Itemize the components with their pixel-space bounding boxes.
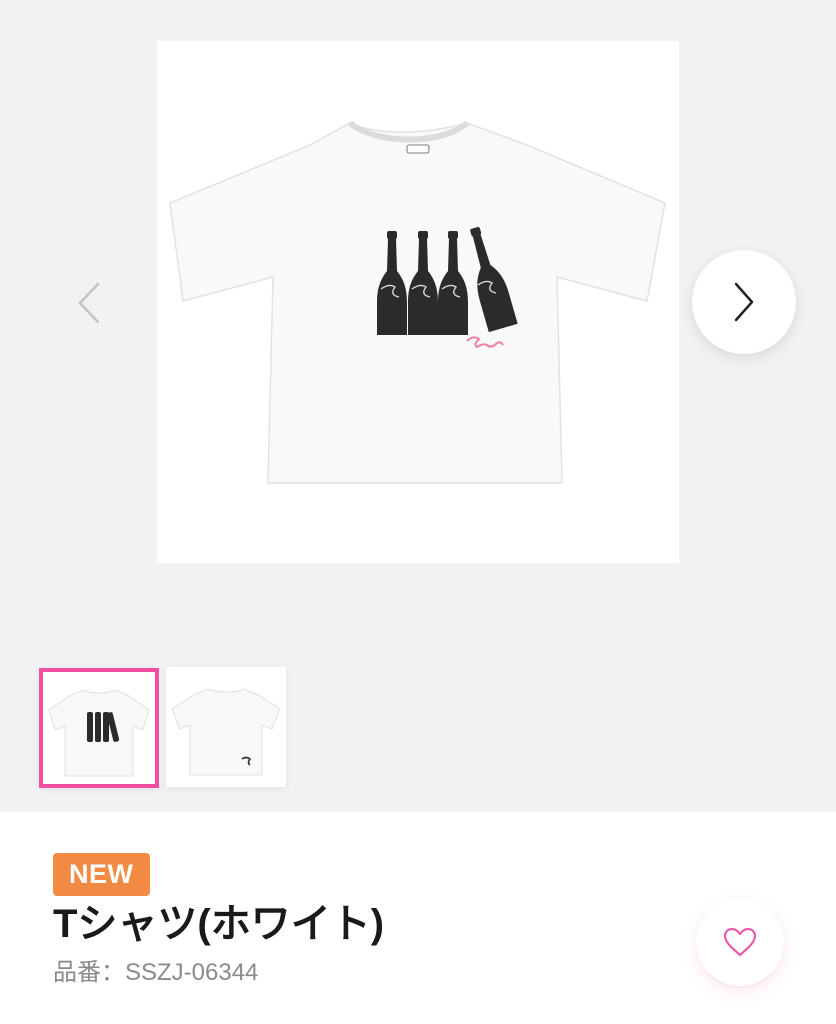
product-gallery <box>0 0 836 812</box>
chevron-right-icon <box>734 282 754 322</box>
heart-icon <box>723 927 757 957</box>
favorite-button[interactable] <box>696 898 784 986</box>
chevron-left-icon <box>78 282 100 324</box>
thumbnail-front[interactable] <box>39 668 159 788</box>
prev-image-button[interactable] <box>66 272 112 334</box>
next-image-button[interactable] <box>692 250 796 354</box>
product-sku: 品番：SSZJ-06344 <box>53 959 259 986</box>
new-badge: NEW <box>53 853 150 896</box>
product-title: Tシャツ(ホワイト) <box>53 902 385 946</box>
main-product-image[interactable] <box>157 41 679 563</box>
thumbnail-back[interactable] <box>166 667 286 787</box>
